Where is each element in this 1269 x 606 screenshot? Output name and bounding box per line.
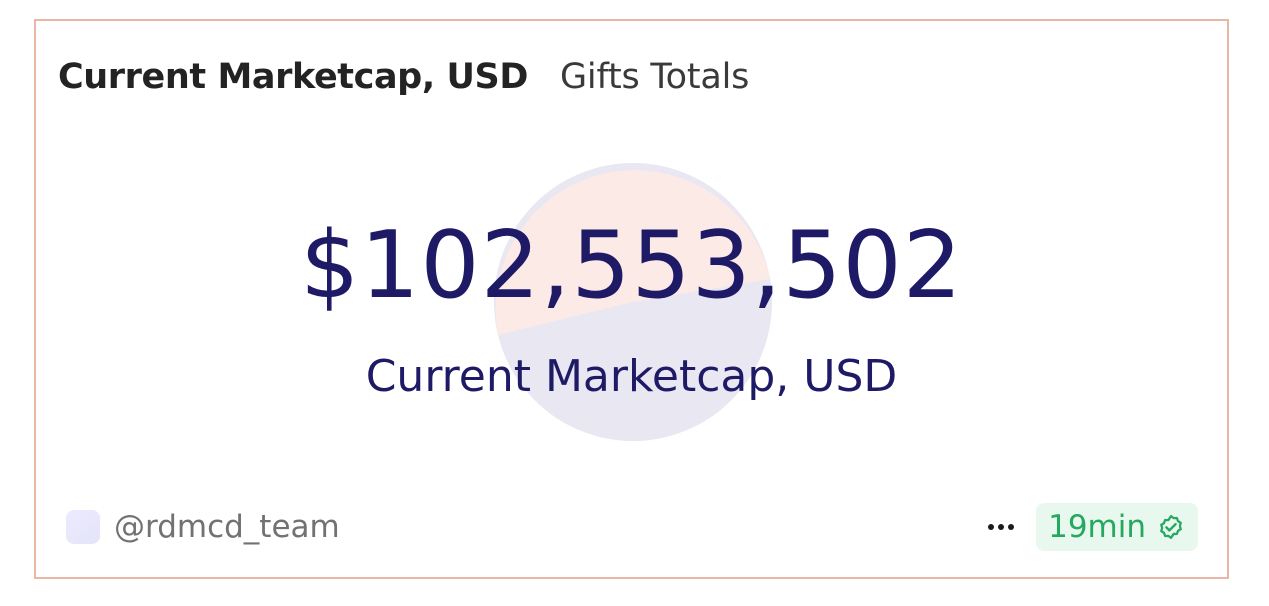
metric-value: $102,553,502 — [300, 211, 963, 319]
card-header: Current Marketcap, USD Gifts Totals — [58, 57, 749, 97]
footer-actions: 19min — [986, 503, 1198, 551]
refresh-status-badge[interactable]: 19min — [1036, 503, 1198, 551]
card-title: Current Marketcap, USD — [58, 57, 528, 97]
author-handle[interactable]: @rdmcd_team — [114, 509, 340, 545]
tab-gifts-totals[interactable]: Gifts Totals — [560, 57, 749, 97]
author-info[interactable]: @rdmcd_team — [66, 509, 340, 545]
chart-card: Current Marketcap, USD Gifts Totals $102… — [34, 19, 1229, 579]
more-horizontal-icon[interactable] — [986, 518, 1016, 536]
avatar — [66, 510, 100, 544]
metric-label: Current Marketcap, USD — [365, 351, 898, 402]
verified-check-icon — [1160, 515, 1182, 539]
refresh-time: 19min — [1048, 509, 1146, 545]
